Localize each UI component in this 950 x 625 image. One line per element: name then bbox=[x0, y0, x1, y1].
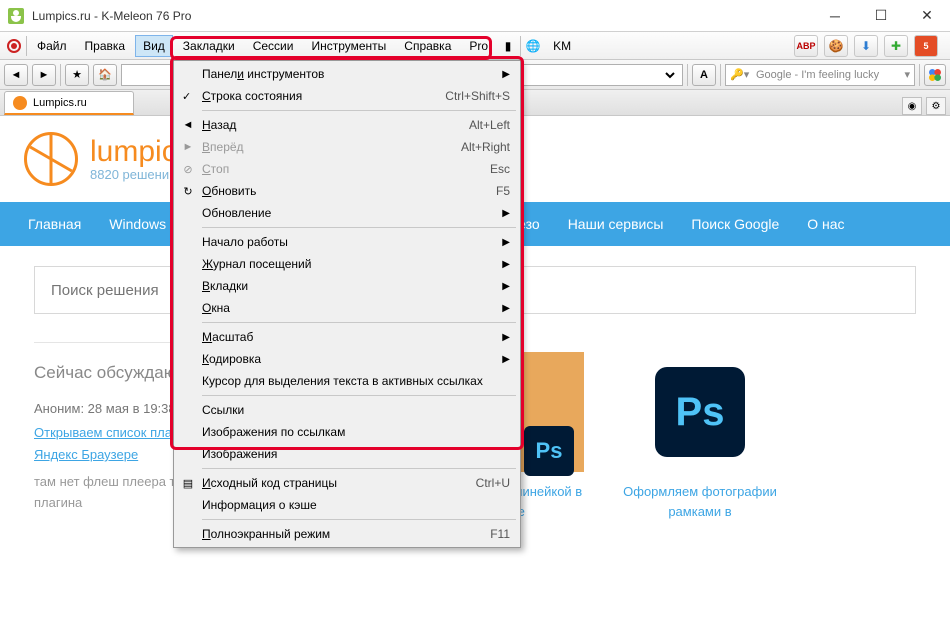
addon-icon[interactable]: ✚ bbox=[884, 35, 908, 57]
separator bbox=[60, 64, 61, 86]
menubar: Файл Правка Вид Закладки Сессии Инструме… bbox=[0, 32, 950, 60]
menu-view[interactable]: Вид bbox=[135, 35, 173, 57]
menu-item[interactable]: ↻ОбновитьF5 bbox=[176, 180, 518, 202]
tab-settings-icon[interactable]: ⚙ bbox=[926, 97, 946, 115]
separator bbox=[919, 64, 920, 86]
tab-title: Lumpics.ru bbox=[33, 97, 87, 109]
search-engine-icon[interactable]: 🔑▾ bbox=[730, 66, 750, 84]
nav-about[interactable]: О нас bbox=[803, 202, 848, 246]
separator bbox=[26, 36, 27, 56]
favicon-icon bbox=[13, 96, 27, 110]
html5-icon[interactable]: 5 bbox=[914, 35, 938, 57]
menu-item[interactable]: Курсор для выделения текста в активных с… bbox=[176, 370, 518, 392]
maximize-button[interactable]: ☐ bbox=[858, 0, 904, 32]
menu-help[interactable]: Справка bbox=[396, 35, 459, 57]
menu-item[interactable]: Полноэкранный режимF11 bbox=[176, 523, 518, 545]
forward-button[interactable]: ► bbox=[32, 64, 56, 86]
home-button[interactable]: 🏠 bbox=[93, 64, 117, 86]
menu-separator bbox=[202, 395, 516, 396]
thumbnail-ps: Ps bbox=[610, 352, 790, 472]
article-card[interactable]: Ps Оформляем фотографии рамками в bbox=[610, 352, 790, 521]
menu-separator bbox=[202, 322, 516, 323]
menu-item[interactable]: Изображения bbox=[176, 443, 518, 465]
menu-item[interactable]: Масштаб▶ bbox=[176, 326, 518, 348]
abp-icon[interactable]: ABP bbox=[794, 35, 818, 57]
nav-home[interactable]: Главная bbox=[24, 202, 85, 246]
menu-item[interactable]: Кодировка▶ bbox=[176, 348, 518, 370]
record-icon[interactable] bbox=[4, 36, 24, 56]
tab-rec-icon[interactable]: ◉ bbox=[902, 97, 922, 115]
menu-item[interactable]: Журнал посещений▶ bbox=[176, 253, 518, 275]
view-menu-dropdown: Панели инструментов▶✓Строка состоянияCtr… bbox=[173, 60, 521, 548]
tab-active[interactable]: Lumpics.ru bbox=[4, 91, 134, 115]
menu-item[interactable]: Начало работы▶ bbox=[176, 231, 518, 253]
menu-item[interactable]: ✓Строка состоянияCtrl+Shift+S bbox=[176, 85, 518, 107]
menu-pro[interactable]: Pro bbox=[461, 35, 496, 57]
menu-tools[interactable]: Инструменты bbox=[303, 35, 394, 57]
search-google-icon[interactable] bbox=[924, 64, 946, 86]
menu-item[interactable]: Обновление▶ bbox=[176, 202, 518, 224]
site-logo-icon bbox=[24, 132, 78, 186]
menu-item[interactable]: Панели инструментов▶ bbox=[176, 63, 518, 85]
separator bbox=[687, 64, 688, 86]
menu-item[interactable]: ◄НазадAlt+Left bbox=[176, 114, 518, 136]
menu-separator bbox=[202, 110, 516, 111]
menu-file[interactable]: Файл bbox=[29, 35, 75, 57]
menu-edit[interactable]: Правка bbox=[77, 35, 134, 57]
menu-item[interactable]: ▤Исходный код страницыCtrl+U bbox=[176, 472, 518, 494]
search-placeholder: Google - I'm feeling lucky bbox=[756, 69, 879, 81]
menu-km[interactable]: KM bbox=[545, 35, 579, 57]
back-button[interactable]: ◄ bbox=[4, 64, 28, 86]
ps-logo-icon: Ps bbox=[655, 367, 745, 457]
window-title: Lumpics.ru - K-Meleon 76 Pro bbox=[32, 9, 812, 23]
bookmark-button[interactable]: ★ bbox=[65, 64, 89, 86]
titlebar: Lumpics.ru - K-Meleon 76 Pro ─ ☐ ✕ bbox=[0, 0, 950, 32]
nav-services[interactable]: Наши сервисы bbox=[564, 202, 668, 246]
menu-bookmarks[interactable]: Закладки bbox=[175, 35, 243, 57]
panel-icon[interactable]: ▮ bbox=[498, 36, 518, 56]
download-icon[interactable]: ⬇ bbox=[854, 35, 878, 57]
cookie-icon[interactable]: 🍪 bbox=[824, 35, 848, 57]
minimize-button[interactable]: ─ bbox=[812, 0, 858, 32]
window-controls: ─ ☐ ✕ bbox=[812, 0, 950, 32]
menu-sessions[interactable]: Сессии bbox=[245, 35, 302, 57]
nav-search[interactable]: Поиск Google bbox=[687, 202, 783, 246]
card-title[interactable]: Оформляем фотографии рамками в bbox=[610, 482, 790, 521]
menu-item[interactable]: Окна▶ bbox=[176, 297, 518, 319]
menu-item[interactable]: Вкладки▶ bbox=[176, 275, 518, 297]
nav-windows[interactable]: Windows bbox=[105, 202, 170, 246]
menu-separator bbox=[202, 519, 516, 520]
menu-item: ►ВперёдAlt+Right bbox=[176, 136, 518, 158]
menu-item[interactable]: Изображения по ссылкам bbox=[176, 421, 518, 443]
ps-badge-icon: Ps bbox=[524, 426, 574, 476]
menu-item: ⊘СтопEsc bbox=[176, 158, 518, 180]
app-icon bbox=[8, 8, 24, 24]
dropdown-icon[interactable]: ▾ bbox=[904, 68, 910, 81]
close-button[interactable]: ✕ bbox=[904, 0, 950, 32]
globe-icon[interactable]: 🌐 bbox=[523, 36, 543, 56]
menu-item[interactable]: Ссылки bbox=[176, 399, 518, 421]
search-box[interactable]: 🔑▾ Google - I'm feeling lucky ▾ bbox=[725, 64, 915, 86]
separator bbox=[720, 64, 721, 86]
menu-separator bbox=[202, 227, 516, 228]
menu-item[interactable]: Информация о кэше bbox=[176, 494, 518, 516]
separator bbox=[520, 36, 521, 56]
font-button[interactable]: A bbox=[692, 64, 716, 86]
menu-separator bbox=[202, 468, 516, 469]
